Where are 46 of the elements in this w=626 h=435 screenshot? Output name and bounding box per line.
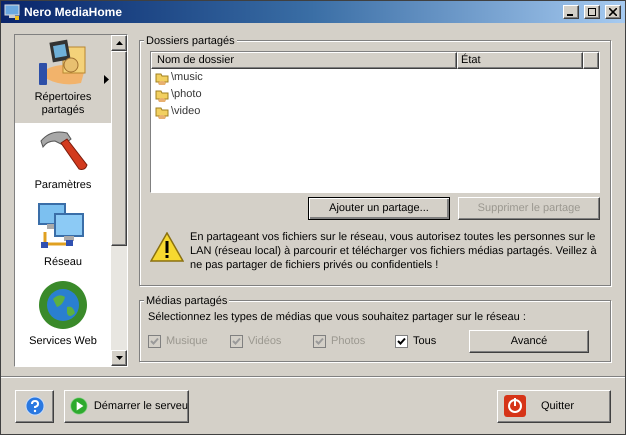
start-server-button[interactable]: Démarrer le serveu — [64, 390, 189, 422]
folder-name[interactable]: \photo — [171, 86, 202, 103]
sidebar-label: Paramètres — [34, 179, 92, 192]
checkmark-icon — [397, 336, 406, 346]
minimize-button[interactable] — [563, 5, 579, 19]
folder-name[interactable]: \video — [171, 103, 200, 120]
checkbox-label: Musique — [166, 334, 208, 349]
column-header[interactable]: État — [457, 52, 583, 69]
advanced-button[interactable]: Avancé — [469, 330, 589, 352]
power-icon — [503, 394, 527, 418]
monitor-icon — [4, 4, 20, 20]
sidebar-label: Services Web — [28, 335, 98, 348]
checkbox-label: Vidéos — [248, 334, 282, 349]
column-header[interactable]: Nom de dossier — [151, 52, 457, 69]
window-title: Nero MediaHome — [24, 4, 124, 21]
shared-folder-icon — [155, 104, 169, 118]
checkmark-icon — [232, 336, 241, 346]
help-button[interactable] — [15, 390, 54, 422]
maximize-button[interactable] — [584, 5, 600, 19]
close-button[interactable] — [605, 5, 621, 19]
sidebar-item[interactable]: Répertoires partagés — [15, 35, 111, 123]
quit-button[interactable]: Quitter — [497, 390, 611, 422]
scrollbar[interactable] — [111, 35, 127, 366]
sidebar-label: Réseau — [43, 256, 83, 269]
group-title: Dossiers partagés — [144, 33, 237, 50]
checkbox-label: Tous — [413, 334, 436, 349]
maximize-icon — [588, 8, 596, 16]
group-title: Médias partagés — [144, 293, 230, 310]
folder-name[interactable]: \music — [171, 69, 203, 86]
shared-folder-icon — [155, 88, 169, 102]
add-share-button[interactable]: Ajouter un partage... — [308, 197, 450, 220]
warning-text: En partageant vos fichiers sur le réseau, vous autorisez toutes les personnes sur le LAN (réseau local) à parcourir et télécharger vos fichiers médias partagés. Veillez à ne pas partager de fichiers privés ou confidentiels ! — [190, 230, 598, 272]
scroll-up-icon — [116, 41, 122, 45]
close-icon — [609, 8, 617, 16]
shared-folder-icon — [155, 70, 169, 84]
checkbox-label: Photos — [331, 334, 366, 349]
pointer-arrow-icon — [104, 75, 109, 84]
media-prompt: Sélectionnez les types de médias que vous souhaitez partager sur le réseau : — [148, 310, 527, 325]
globe-laurel-icon — [37, 279, 89, 331]
checkmark-icon — [150, 336, 159, 346]
checkmark-icon — [315, 336, 324, 346]
scroll-down-icon — [116, 356, 122, 360]
help-icon — [24, 396, 44, 416]
warning-icon — [150, 232, 184, 262]
checkbox[interactable] — [395, 334, 408, 348]
sidebar-label: Répertoires partagés — [34, 91, 92, 117]
